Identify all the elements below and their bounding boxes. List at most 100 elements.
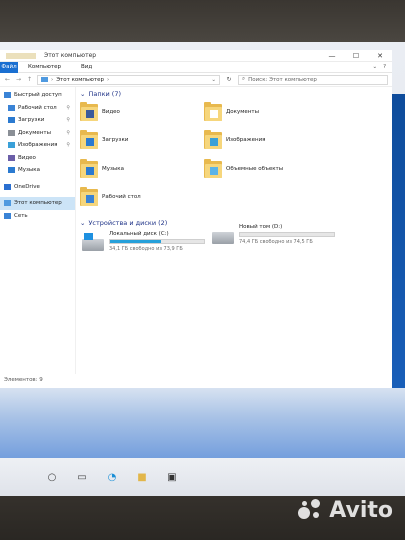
tab-computer[interactable]: Компьютер [18, 64, 71, 70]
drive-item[interactable]: Локальный диск (C:) 34,1 ГБ свободно из 7… [82, 231, 205, 252]
video-icon [8, 154, 15, 161]
avito-text: Avito [329, 498, 393, 523]
sidebar-item-label: Загрузки [18, 117, 45, 124]
sidebar-item[interactable]: Быстрый доступ [0, 89, 75, 102]
drive-item[interactable]: Новый том (D:) 74,4 ГБ свободно из 74,5 Г… [212, 224, 335, 245]
status-bar: Элементов: 9 [0, 374, 392, 386]
pin-icon: ⚲ [66, 142, 70, 149]
store-icon[interactable]: ▣ [166, 471, 178, 483]
sidebar-item[interactable]: Загрузки ⚲ [0, 114, 75, 127]
cloud-icon [4, 183, 11, 190]
address-bar[interactable]: › Этот компьютер › ⌄ [37, 74, 220, 85]
sidebar-item[interactable]: Музыка [0, 164, 75, 177]
3d-objects-folder-icon [204, 159, 222, 179]
drive-free-space: 74,4 ГБ свободно из 74,5 ГБ [239, 239, 313, 245]
sidebar-item-label: Документы [18, 129, 51, 136]
sidebar-item[interactable]: OneDrive [0, 181, 75, 194]
folder-item[interactable]: Объемные объекты [204, 159, 283, 179]
folder-item[interactable]: Изображения [204, 130, 265, 150]
sidebar-item[interactable]: Сеть [0, 210, 75, 223]
edge-icon[interactable]: ◔ [106, 471, 118, 483]
folder-label: Музыка [102, 166, 124, 172]
monitor-bezel-top [0, 0, 405, 44]
folder-label: Изображения [226, 137, 266, 143]
maximize-button[interactable]: ☐ [344, 50, 368, 62]
history-dropdown-icon[interactable]: ⌄ [211, 77, 216, 83]
window-title: Этот компьютер [44, 52, 97, 59]
drive-usage-bar [239, 232, 335, 237]
back-button[interactable]: ← [4, 76, 11, 83]
ribbon-tabs: Файл Компьютер Вид ⌄ ? [0, 61, 392, 73]
ribbon-collapse-icon[interactable]: ⌄ [372, 64, 377, 70]
sidebar-item-label: Быстрый доступ [14, 92, 62, 99]
sidebar-item-label: Сеть [14, 212, 28, 219]
folders-section-header[interactable]: ⌄ Папки (7) [80, 90, 380, 98]
navigation-pane: Быстрый доступ Рабочий стол ⚲ Загрузки ⚲ Доку… [0, 87, 76, 374]
folder-item[interactable]: Рабочий стол [80, 187, 141, 207]
quick-access-toolbar[interactable] [6, 52, 36, 59]
tab-file[interactable]: Файл [0, 61, 18, 73]
sidebar-item[interactable]: Документы ⚲ [0, 127, 75, 140]
folder-item[interactable]: Музыка [80, 159, 124, 179]
avito-logo-icon [298, 498, 324, 523]
pin-icon: ⚲ [66, 129, 70, 136]
tab-view[interactable]: Вид [71, 64, 102, 70]
help-icon[interactable]: ? [383, 64, 386, 70]
task-view-icon[interactable]: ▭ [76, 471, 88, 483]
pictures-icon [8, 142, 15, 149]
desktop-icon [8, 104, 15, 111]
windows-drive-icon [82, 233, 104, 251]
network-icon [4, 212, 11, 219]
music-folder-icon [80, 159, 98, 179]
sidebar-item-label: Музыка [18, 167, 40, 174]
folder-item[interactable]: Загрузки [80, 130, 128, 150]
minimize-button[interactable]: — [320, 50, 344, 62]
music-icon [8, 167, 15, 174]
chevron-down-icon[interactable]: ⌄ [80, 219, 85, 227]
address-bar-row: ← → ↑ › Этот компьютер › ⌄ ↻ ⌕ Поиск: Эт… [0, 73, 392, 87]
sidebar-item[interactable]: Рабочий стол ⚲ [0, 102, 75, 115]
computer-icon [4, 200, 11, 207]
search-placeholder: Поиск: Этот компьютер [248, 76, 317, 83]
folder-label: Видео [102, 109, 120, 115]
close-button[interactable]: ✕ [368, 50, 392, 62]
downloads-folder-icon [80, 130, 98, 150]
star-icon [4, 92, 11, 99]
desktop-folder-icon [80, 187, 98, 207]
pictures-folder-icon [204, 130, 222, 150]
desktop-wallpaper [0, 388, 405, 462]
avito-watermark: Avito [298, 498, 393, 523]
sidebar-item[interactable]: Видео [0, 152, 75, 165]
breadcrumb[interactable]: Этот компьютер [56, 77, 104, 83]
drive-icon [212, 232, 234, 244]
sidebar-item[interactable]: Изображения ⚲ [0, 139, 75, 152]
video-folder-icon [80, 102, 98, 122]
pin-icon: ⚲ [66, 104, 70, 111]
pin-icon: ⚲ [66, 117, 70, 124]
breadcrumb-chevron-icon[interactable]: › [51, 77, 53, 83]
drive-label: Локальный диск (C:) [109, 231, 169, 237]
drive-free-space: 34,1 ГБ свободно из 73,9 ГБ [109, 246, 183, 252]
explorer-window: Этот компьютер — ☐ ✕ Файл Компьютер Вид … [0, 50, 392, 388]
forward-button[interactable]: → [15, 76, 22, 83]
items-count: Элементов: 9 [4, 377, 43, 383]
sidebar-item-label: Видео [18, 154, 36, 161]
sidebar-item-label: OneDrive [14, 183, 40, 190]
sidebar-item-label: Этот компьютер [14, 200, 62, 207]
sidebar-item-label: Рабочий стол [18, 104, 57, 111]
folder-label: Документы [226, 109, 259, 115]
sidebar-item-label: Изображения [18, 142, 58, 149]
folder-item[interactable]: Видео [80, 102, 120, 122]
folder-label: Рабочий стол [102, 194, 141, 200]
search-input[interactable]: ⌕ Поиск: Этот компьютер [238, 74, 388, 85]
documents-icon [8, 129, 15, 136]
computer-icon [41, 77, 48, 82]
up-button[interactable]: ↑ [26, 76, 33, 83]
explorer-icon[interactable]: ■ [136, 471, 148, 483]
search-icon[interactable]: ○ [46, 471, 58, 483]
breadcrumb-chevron-icon[interactable]: › [107, 77, 109, 83]
chevron-down-icon[interactable]: ⌄ [80, 90, 85, 98]
sidebar-item[interactable]: Этот компьютер [0, 197, 75, 210]
refresh-button[interactable]: ↻ [224, 76, 234, 83]
folder-item[interactable]: Документы [204, 102, 259, 122]
